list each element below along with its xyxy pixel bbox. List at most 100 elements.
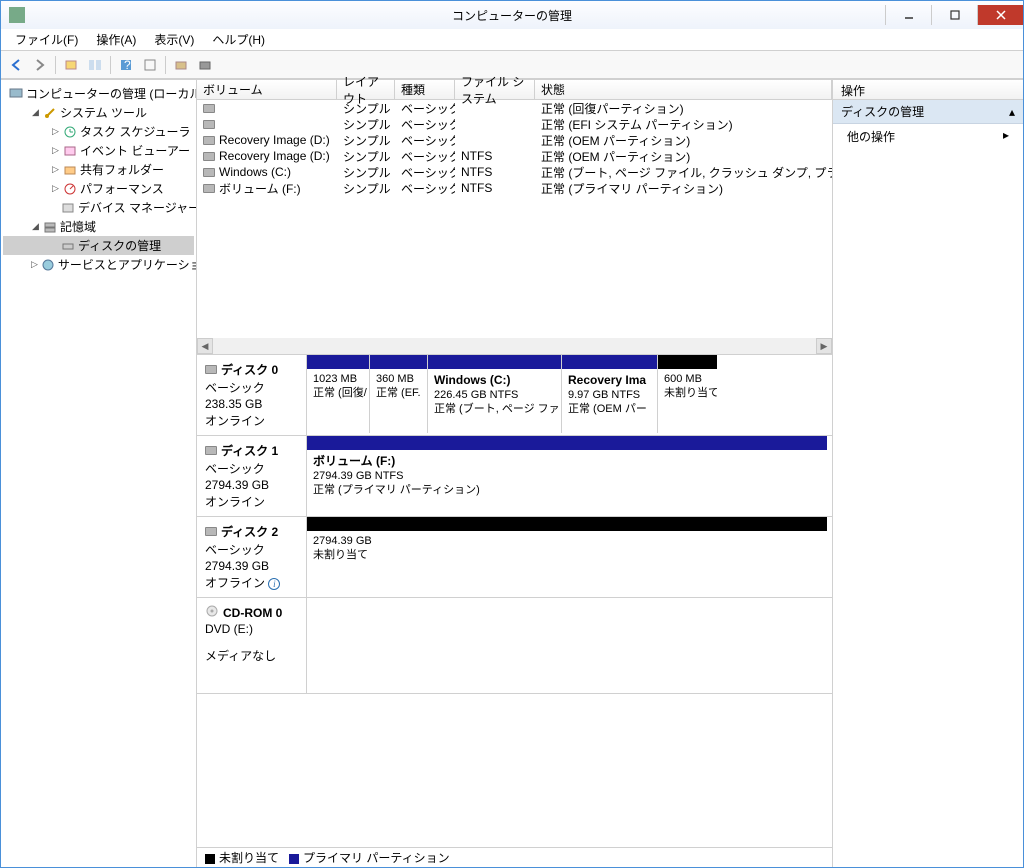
tool-btn-4[interactable] [170,54,192,76]
col-fs[interactable]: ファイル システム [455,80,535,99]
disk-pane: ディスク 0 ベーシック 238.35 GB オンライン 1023 MB正常 (… [197,355,832,847]
tree-shared-folders[interactable]: ▷共有フォルダー [3,160,194,179]
minimize-button[interactable] [885,5,931,25]
disk-type: ベーシック [205,379,298,396]
volume-rows: シンプル ベーシック 正常 (回復パーティション) シンプル ベーシック 正常 … [197,100,832,338]
disk-row: ディスク 2 ベーシック 2794.39 GB オフライン i 2794.39 … [197,517,832,598]
services-icon [41,258,55,272]
vol-layout: シンプル [337,132,395,149]
menu-file[interactable]: ファイル(F) [7,29,86,50]
partition-info: Windows (C:)226.45 GB NTFS正常 (ブート, ページ フ… [428,369,561,433]
tool-btn-5[interactable] [194,54,216,76]
volume-icon [203,168,215,177]
disk-header[interactable]: ディスク 0 ベーシック 238.35 GB オンライン [197,355,307,435]
tree-pane: コンピューターの管理 (ローカル) ◢システム ツール ▷タスク スケジューラ … [1,80,197,867]
expand-icon[interactable]: ▷ [51,127,60,136]
menu-view[interactable]: 表示(V) [146,29,202,50]
disk-header[interactable]: CD-ROM 0 DVD (E:) メディアなし [197,598,307,693]
disk-header[interactable]: ディスク 1 ベーシック 2794.39 GB オンライン [197,436,307,516]
vol-status: 正常 (OEM パーティション) [535,132,832,149]
menu-help[interactable]: ヘルプ(H) [204,29,273,50]
actions-title[interactable]: ディスクの管理▴ [833,100,1023,124]
partition[interactable]: 2794.39 GB未割り当て [307,517,827,595]
tools-icon [43,106,57,120]
menu-action[interactable]: 操作(A) [88,29,144,50]
collapse-icon[interactable]: ◢ [31,108,40,117]
partition[interactable]: Windows (C:)226.45 GB NTFS正常 (ブート, ページ フ… [427,355,561,433]
main-area: コンピューターの管理 (ローカル) ◢システム ツール ▷タスク スケジューラ … [1,79,1023,867]
info-icon[interactable]: i [268,578,280,590]
window-title: コンピューターの管理 [452,7,572,24]
vol-name: Recovery Image (D:) [219,133,330,147]
tree-services-apps[interactable]: ▷サービスとアプリケーション [3,255,194,274]
vol-layout: シンプル [337,116,395,133]
expand-icon[interactable]: ▷ [51,146,60,155]
volume-row[interactable]: Windows (C:) シンプル ベーシック NTFS 正常 (ブート, ペー… [197,164,832,180]
menubar: ファイル(F) 操作(A) 表示(V) ヘルプ(H) [1,29,1023,51]
partition-strip [307,436,827,450]
cdrom-name: CD-ROM 0 [223,606,282,620]
app-icon [9,7,25,23]
separator [55,56,56,74]
vol-status: 正常 (ブート, ページ ファイル, クラッシュ ダンプ, プライマリ パーティ [535,164,832,181]
vol-type: ベーシック [395,148,455,165]
vol-status: 正常 (回復パーティション) [535,100,832,117]
partition-info: 1023 MB正常 (回復/ [307,369,369,433]
svg-text:?: ? [124,58,131,72]
tree-disk-management[interactable]: ディスクの管理 [3,236,194,255]
collapse-icon[interactable]: ▴ [1009,105,1015,119]
tree-task-scheduler[interactable]: ▷タスク スケジューラ [3,122,194,141]
tree-event-viewer[interactable]: ▷イベント ビューアー [3,141,194,160]
col-status[interactable]: 状態 [535,80,832,99]
vol-name: Windows (C:) [219,165,291,179]
partition-info: ボリューム (F:)2794.39 GB NTFS正常 (プライマリ パーティシ… [307,450,827,514]
event-icon [63,144,77,158]
expand-icon[interactable]: ▷ [51,184,60,193]
tree-storage[interactable]: ◢記憶域 [3,217,194,236]
volume-icon [203,152,215,161]
tree-system-tools[interactable]: ◢システム ツール [3,103,194,122]
collapse-icon[interactable]: ◢ [31,222,40,231]
tool-btn-2[interactable] [84,54,106,76]
expand-icon[interactable]: ▷ [31,260,38,269]
disk-icon [205,365,217,374]
vol-status: 正常 (プライマリ パーティション) [535,180,832,197]
partition[interactable]: ボリューム (F:)2794.39 GB NTFS正常 (プライマリ パーティシ… [307,436,827,514]
maximize-button[interactable] [931,5,977,25]
volume-row[interactable]: ボリューム (F:) シンプル ベーシック NTFS 正常 (プライマリ パーテ… [197,180,832,196]
back-button[interactable] [5,54,27,76]
close-button[interactable] [977,5,1023,25]
tool-btn-1[interactable] [60,54,82,76]
scroll-right-icon[interactable]: ▶ [816,338,832,354]
volume-row[interactable]: シンプル ベーシック 正常 (EFI システム パーティション) [197,116,832,132]
scroll-track[interactable] [213,338,816,354]
partition[interactable]: 600 MB未割り当て [657,355,717,433]
tool-btn-3[interactable] [139,54,161,76]
volume-row[interactable]: シンプル ベーシック 正常 (回復パーティション) [197,100,832,116]
volume-row[interactable]: Recovery Image (D:) シンプル ベーシック 正常 (OEM パ… [197,132,832,148]
disk-header[interactable]: ディスク 2 ベーシック 2794.39 GB オフライン i [197,517,307,597]
partition[interactable]: Recovery Ima9.97 GB NTFS正常 (OEM パー [561,355,657,433]
actions-more[interactable]: 他の操作▸ [833,124,1023,149]
partition-strip [658,355,717,369]
hscrollbar[interactable]: ◀ ▶ [197,338,832,354]
disk-body: ボリューム (F:)2794.39 GB NTFS正常 (プライマリ パーティシ… [307,436,832,516]
actions-header: 操作 [833,80,1023,100]
forward-button[interactable] [29,54,51,76]
tree-performance[interactable]: ▷パフォーマンス [3,179,194,198]
col-volume[interactable]: ボリューム [197,80,337,99]
volume-row[interactable]: Recovery Image (D:) シンプル ベーシック NTFS 正常 (… [197,148,832,164]
partition-info: 2794.39 GB未割り当て [307,531,827,595]
tree-root[interactable]: コンピューターの管理 (ローカル) [3,84,194,103]
partition[interactable]: 1023 MB正常 (回復/ [307,355,369,433]
col-layout[interactable]: レイアウト [337,80,395,99]
expand-icon[interactable]: ▷ [51,165,60,174]
partition[interactable]: 360 MB正常 (EF. [369,355,427,433]
tree-device-manager[interactable]: デバイス マネージャー [3,198,194,217]
help-icon[interactable]: ? [115,54,137,76]
scroll-left-icon[interactable]: ◀ [197,338,213,354]
separator [165,56,166,74]
black-swatch-icon [205,854,215,864]
disk-icon [205,446,217,455]
col-type[interactable]: 種類 [395,80,455,99]
